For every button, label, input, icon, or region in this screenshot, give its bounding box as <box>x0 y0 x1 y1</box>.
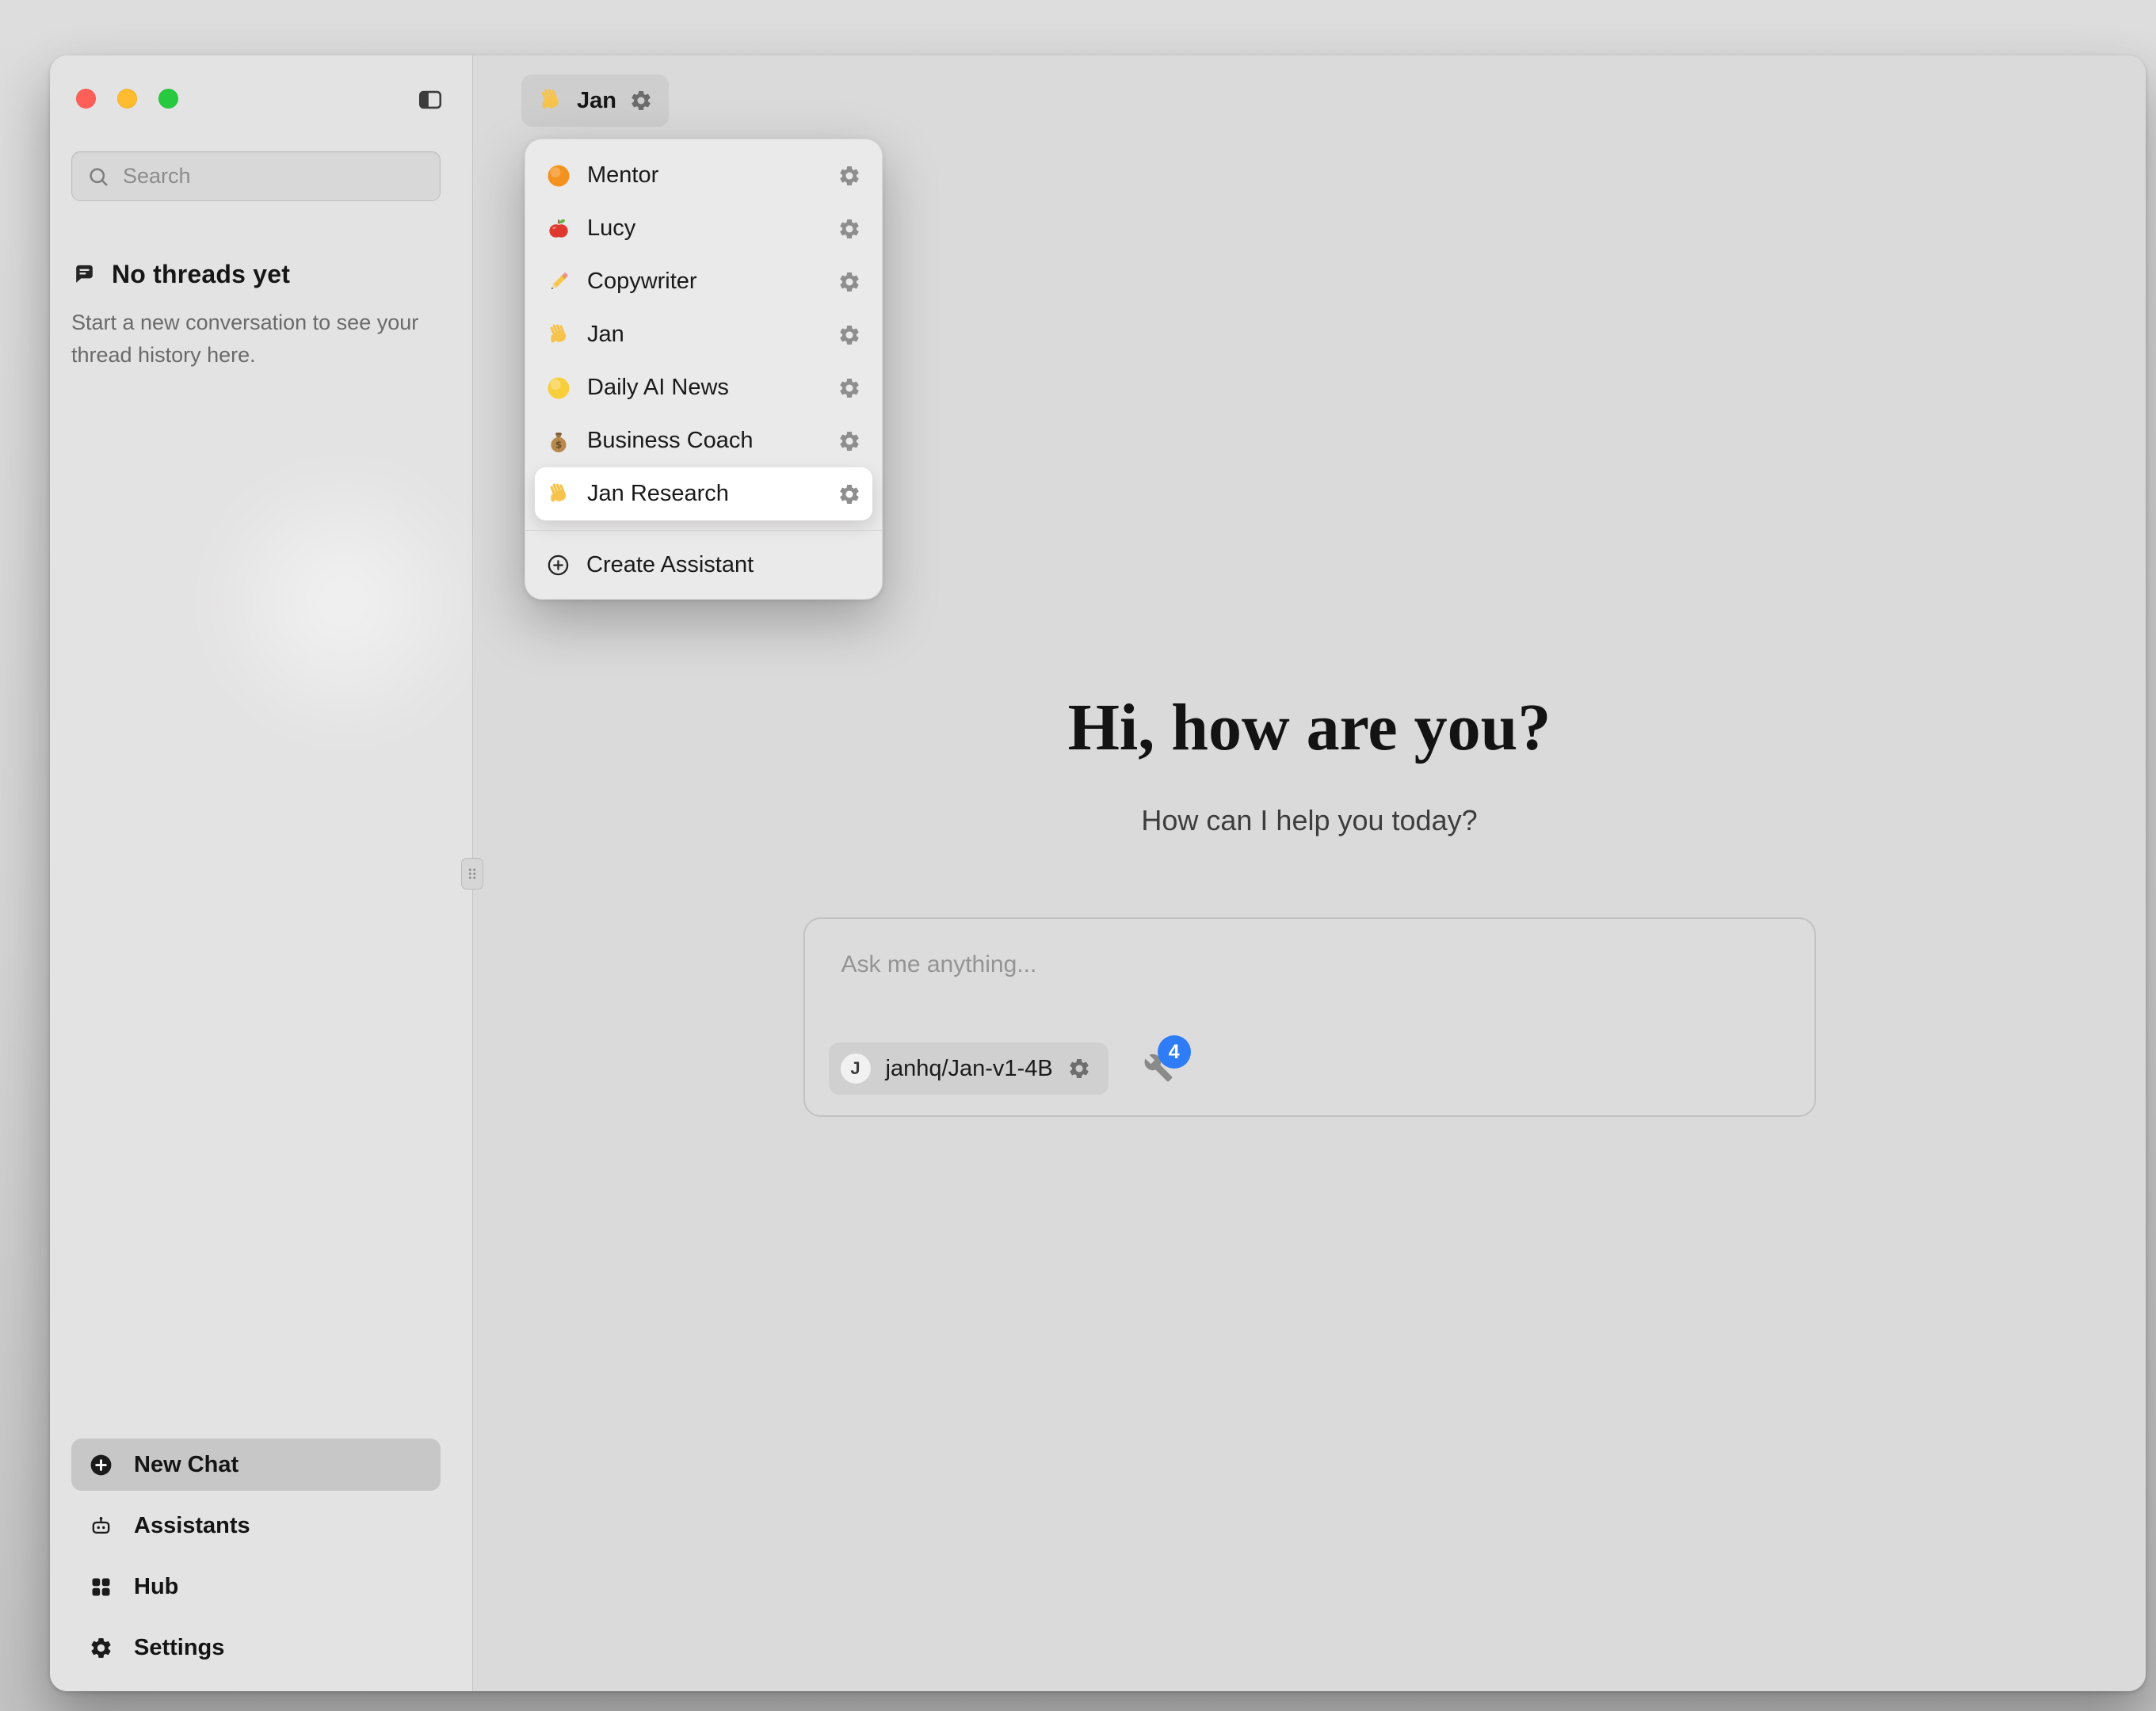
menu-item-copywriter[interactable]: Copywriter <box>535 255 872 308</box>
menu-item-label: Jan Research <box>587 481 822 507</box>
empty-threads-title: No threads yet <box>112 260 290 289</box>
drag-dots-icon <box>464 862 481 886</box>
app-window: No threads yet Start a new conversation … <box>50 55 2146 1691</box>
search-box[interactable] <box>71 151 441 201</box>
wave-emoji-icon <box>546 482 571 507</box>
model-avatar: J <box>840 1053 872 1084</box>
close-window-button[interactable] <box>76 89 96 109</box>
menu-divider <box>525 530 882 531</box>
menu-item-mentor[interactable]: Mentor <box>535 149 872 202</box>
robot-icon <box>89 1514 113 1538</box>
plus-circle-icon <box>546 553 570 577</box>
menu-item-daily-ai-news[interactable]: Daily AI News <box>535 361 872 414</box>
composer-toolbar: J janhq/Jan-v1-4B 4 <box>829 1042 1175 1095</box>
menu-item-label: Lucy <box>587 215 822 242</box>
zoom-window-button[interactable] <box>158 89 178 109</box>
menu-item-label: Jan <box>587 322 822 348</box>
model-name: janhq/Jan-v1-4B <box>886 1056 1053 1082</box>
sidebar-toggle-icon <box>415 86 445 113</box>
sidebar-item-settings[interactable]: Settings <box>71 1621 441 1674</box>
menu-item-label: Mentor <box>587 162 822 189</box>
gear-icon[interactable] <box>838 323 861 347</box>
gear-icon[interactable] <box>1067 1057 1091 1080</box>
main-panel: Jan Mentor Lucy Copywriter Jan <box>473 55 2146 1691</box>
gear-icon[interactable] <box>838 217 861 241</box>
menu-item-lucy[interactable]: Lucy <box>535 202 872 255</box>
sidebar-resize-handle[interactable] <box>461 858 483 890</box>
create-assistant-button[interactable]: Create Assistant <box>535 540 872 589</box>
wave-emoji-icon <box>546 322 571 348</box>
empty-threads-state: No threads yet Start a new conversation … <box>71 260 428 371</box>
create-assistant-label: Create Assistant <box>586 552 754 578</box>
assistant-selector-button[interactable]: Jan <box>521 74 669 127</box>
window-controls <box>76 89 178 109</box>
tools-count-badge: 4 <box>1158 1035 1191 1069</box>
current-assistant-name: Jan <box>577 88 616 114</box>
chat-composer[interactable]: J janhq/Jan-v1-4B 4 <box>803 917 1816 1117</box>
sidebar: No threads yet Start a new conversation … <box>50 55 473 1691</box>
empty-threads-description: Start a new conversation to see your thr… <box>71 307 420 371</box>
sidebar-item-label: Assistants <box>134 1513 250 1539</box>
assistant-dropdown-menu: Mentor Lucy Copywriter Jan Daily AI News <box>525 139 883 600</box>
gear-icon[interactable] <box>629 89 653 112</box>
sidebar-glow-decoration <box>193 452 494 753</box>
sidebar-item-label: New Chat <box>134 1452 238 1478</box>
pencil-emoji-icon <box>546 269 571 295</box>
search-icon <box>86 165 110 189</box>
sidebar-item-label: Settings <box>134 1635 224 1661</box>
menu-item-label: Business Coach <box>587 428 822 454</box>
tools-button[interactable]: 4 <box>1143 1053 1175 1084</box>
gear-icon[interactable] <box>838 482 861 506</box>
menu-item-label: Daily AI News <box>587 375 822 401</box>
menu-item-jan-research[interactable]: Jan Research <box>535 467 872 520</box>
gear-icon[interactable] <box>838 376 861 400</box>
plus-circle-icon <box>89 1453 113 1477</box>
yellow-circle-emoji-icon <box>546 375 571 401</box>
sidebar-nav: New Chat Assistants Hub Settings <box>71 1439 441 1674</box>
menu-item-jan[interactable]: Jan <box>535 308 872 361</box>
greeting-subtitle: How can I help you today? <box>473 804 2146 837</box>
sidebar-toggle-button[interactable] <box>413 84 448 116</box>
sidebar-item-hub[interactable]: Hub <box>71 1560 441 1613</box>
greeting: Hi, how are you? How can I help you toda… <box>473 689 2146 837</box>
money-bag-emoji-icon <box>546 429 571 454</box>
apple-emoji-icon <box>546 216 571 242</box>
gear-icon <box>89 1636 113 1660</box>
grid-icon <box>89 1575 113 1599</box>
chat-input[interactable] <box>840 951 1780 979</box>
orange-circle-emoji-icon <box>546 163 571 189</box>
minimize-window-button[interactable] <box>117 89 137 109</box>
wave-emoji-icon <box>537 87 564 114</box>
gear-icon[interactable] <box>838 429 861 453</box>
search-input[interactable] <box>121 163 425 189</box>
model-selector-button[interactable]: J janhq/Jan-v1-4B <box>829 1042 1109 1095</box>
sidebar-item-assistants[interactable]: Assistants <box>71 1500 441 1552</box>
menu-item-label: Copywriter <box>587 269 822 295</box>
menu-item-business-coach[interactable]: Business Coach <box>535 414 872 467</box>
greeting-title: Hi, how are you? <box>473 689 2146 766</box>
chat-bubble-icon <box>71 261 97 288</box>
sidebar-item-new-chat[interactable]: New Chat <box>71 1439 441 1491</box>
gear-icon[interactable] <box>838 270 861 294</box>
gear-icon[interactable] <box>838 164 861 188</box>
sidebar-item-label: Hub <box>134 1574 178 1600</box>
